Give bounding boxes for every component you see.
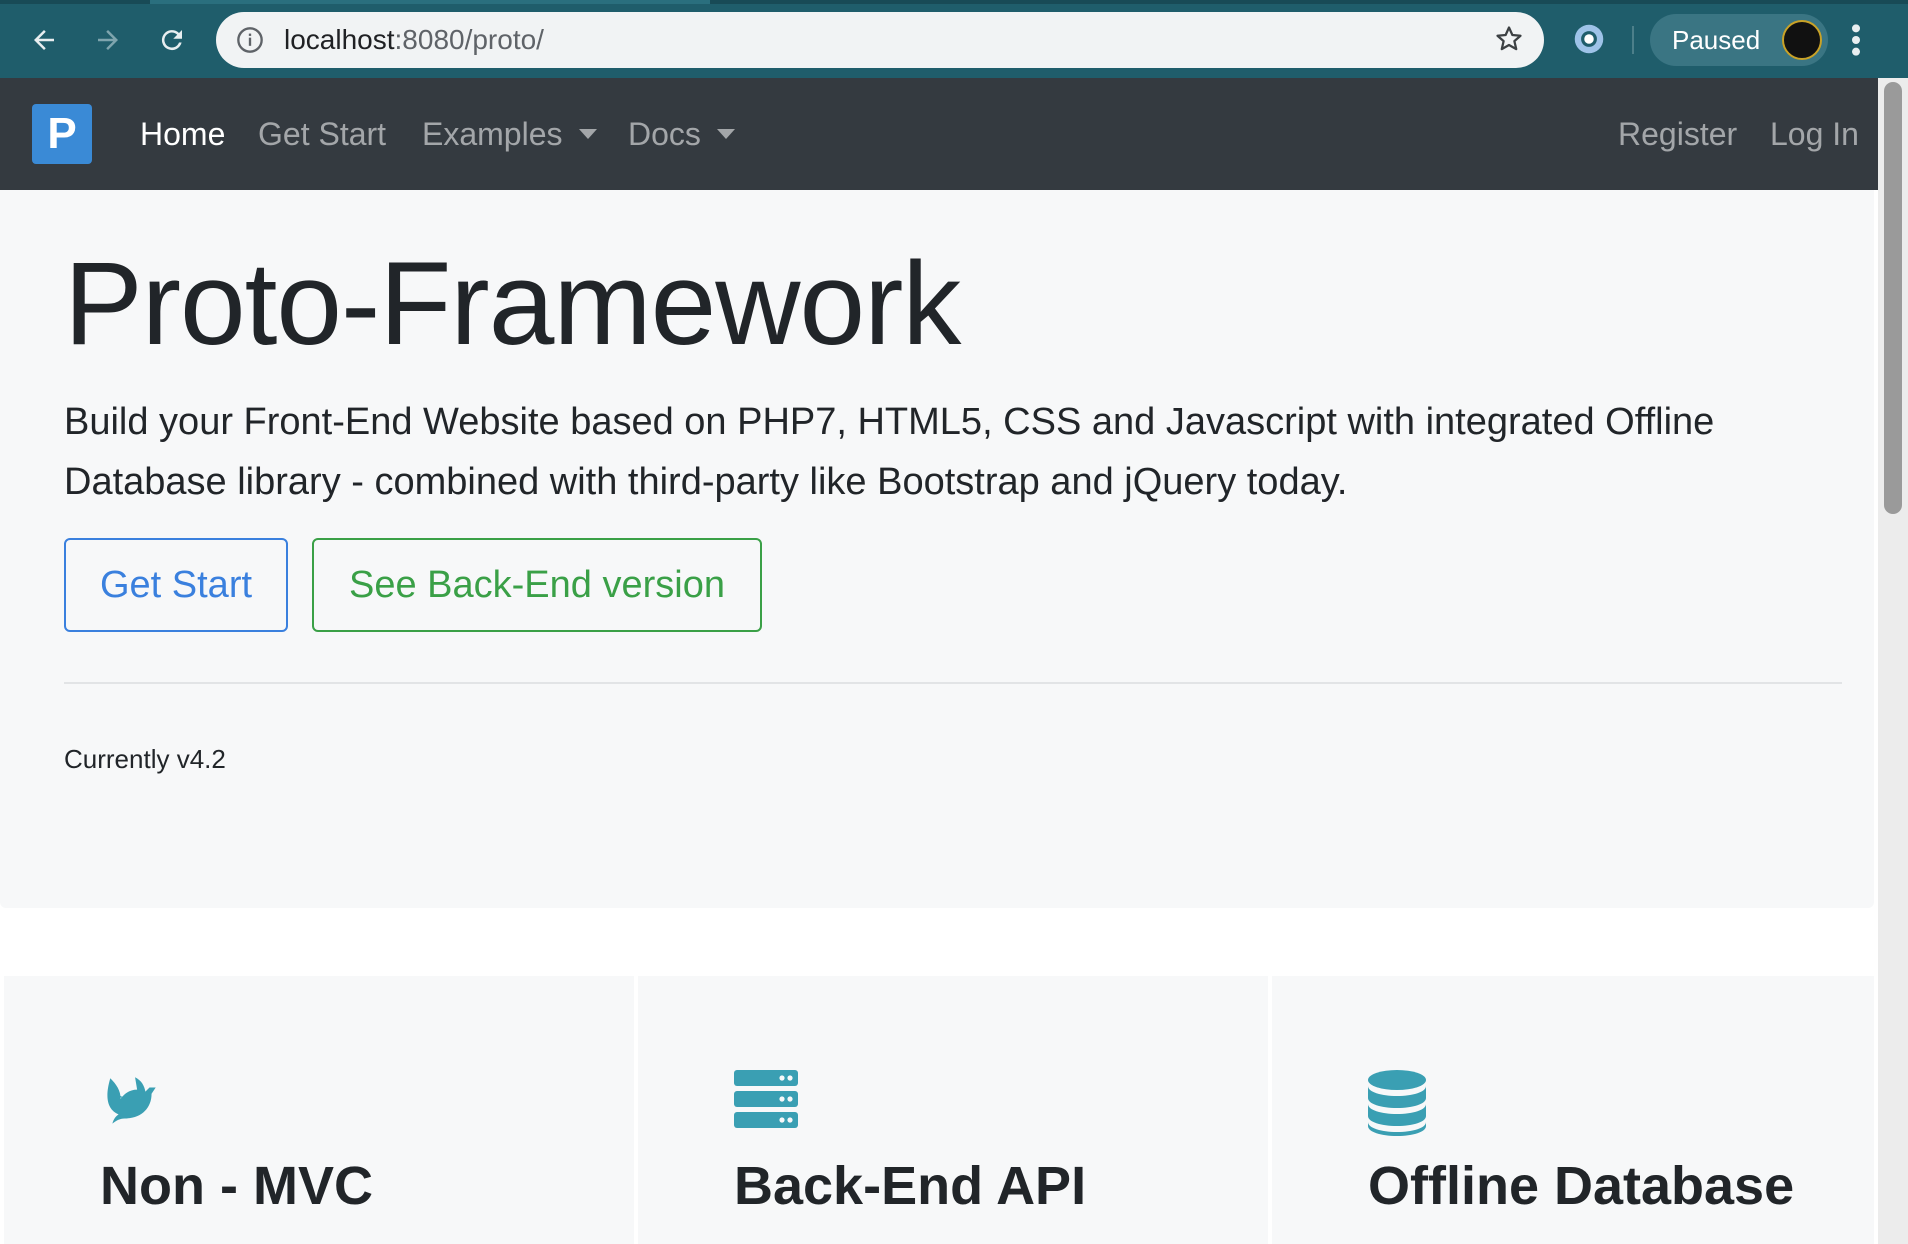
site-navbar: P Home Get Start Examples Docs Register … [0, 78, 1878, 190]
reload-button[interactable] [152, 20, 192, 60]
browser-toolbar: localhost:8080/proto/ Paused [0, 0, 1908, 78]
url-path: :8080/proto/ [394, 24, 544, 55]
url-text[interactable]: localhost:8080/proto/ [284, 26, 544, 54]
feature-title: Offline Database [1368, 1156, 1795, 1216]
info-icon[interactable] [236, 26, 264, 59]
nav-login[interactable]: Log In [1770, 116, 1859, 152]
nav-docs-label: Docs [628, 116, 701, 152]
forward-button[interactable] [88, 20, 128, 60]
avatar [1782, 20, 1822, 60]
address-bar[interactable]: localhost:8080/proto/ [216, 12, 1544, 68]
scrollbar-thumb[interactable] [1884, 82, 1902, 514]
caret-down-icon [716, 129, 735, 139]
get-start-button[interactable]: Get Start [64, 538, 288, 632]
database-icon [1368, 1070, 1426, 1141]
url-host: localhost [284, 24, 395, 55]
nav-register-label: Register [1618, 116, 1738, 152]
nav-login-label: Log In [1770, 116, 1859, 152]
nav-home[interactable]: Home [140, 116, 225, 152]
extension-icon[interactable] [1570, 20, 1608, 63]
server-icon [734, 1070, 798, 1133]
arrow-right-icon [98, 30, 118, 50]
page-scrollbar[interactable] [1878, 78, 1908, 1244]
nav-home-label: Home [140, 116, 226, 152]
caret-down-icon [578, 129, 597, 139]
arrow-left-icon [34, 30, 54, 50]
hero-divider [64, 682, 1842, 684]
feature-card-non-mvc: Non - MVC [4, 976, 634, 1244]
nav-get-start[interactable]: Get Start [258, 116, 386, 152]
reload-icon [161, 30, 182, 51]
hero-jumbotron: Proto-Framework Build your Front-End Web… [0, 190, 1874, 908]
nav-examples-dropdown[interactable]: Examples [422, 116, 597, 152]
page-viewport: P Home Get Start Examples Docs Register … [0, 78, 1878, 1244]
toolbar-separator [1632, 26, 1634, 54]
version-text: Currently v4.2 [64, 744, 226, 774]
nav-register[interactable]: Register [1618, 116, 1737, 152]
brand-letter: P [47, 109, 77, 158]
dove-icon [100, 1070, 166, 1141]
tab-strip [0, 0, 1908, 4]
active-tab[interactable] [150, 0, 710, 4]
profile-button[interactable]: Paused [1650, 14, 1828, 66]
brand-logo[interactable]: P [32, 104, 92, 164]
feature-card-offline-database: Offline Database [1272, 976, 1874, 1244]
hero-title: Proto-Framework [64, 238, 961, 370]
feature-title: Back-End API [734, 1156, 1087, 1216]
profile-status: Paused [1672, 25, 1761, 55]
feature-title: Non - MVC [100, 1156, 373, 1216]
nav-get-start-label: Get Start [258, 116, 387, 152]
nav-docs-dropdown[interactable]: Docs [628, 116, 735, 152]
backend-version-button[interactable]: See Back-End version [312, 538, 762, 632]
menu-kebab-icon[interactable] [1848, 20, 1864, 65]
back-button[interactable] [24, 20, 64, 60]
hero-lead: Build your Front-End Website based on PH… [64, 401, 1715, 503]
bookmark-star-icon[interactable] [1494, 24, 1524, 59]
nav-examples-label: Examples [422, 116, 563, 152]
feature-card-backend-api: Back-End API [638, 976, 1268, 1244]
